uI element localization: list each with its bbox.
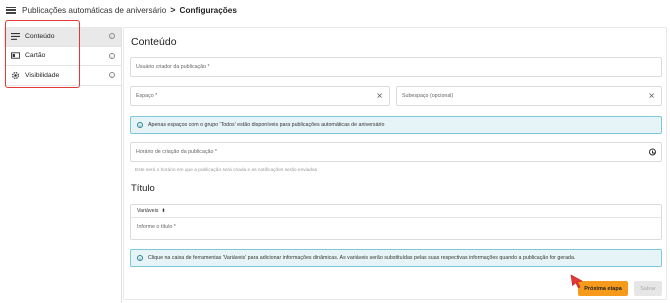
subspace-label: Subespaço (opcional) [402, 93, 454, 99]
sort-icon: ⬍ [161, 208, 166, 214]
next-step-button[interactable]: Próxima etapa [578, 281, 628, 296]
info-icon: i [137, 255, 143, 261]
gear-icon [11, 71, 20, 80]
creator-label: Usuário criador da publicação * [136, 64, 210, 70]
lines-icon [11, 32, 20, 41]
sidebar: Conteúdo i Cartão i Visibilidade i [4, 27, 122, 303]
top-bar: Publicações automáticas de aniversário >… [0, 0, 670, 20]
info-spaces-alert: i Apenas espaços com o grupo 'Todos' est… [130, 116, 662, 134]
section-title-conteudo: Conteúdo [131, 36, 177, 48]
menu-icon[interactable] [6, 6, 16, 14]
clear-icon[interactable]: ✕ [376, 92, 383, 101]
card-icon [11, 51, 20, 60]
creator-field[interactable]: Usuário criador da publicação * [130, 57, 662, 77]
info-variables-text: Clique na caixa de ferramentas 'Variávei… [148, 255, 576, 261]
sidebar-item-label: Conteúdo [25, 32, 55, 40]
time-hint: Este será o horário em que a publicação … [135, 168, 318, 173]
info-icon[interactable]: i [109, 52, 115, 59]
content-panel: Conteúdo Usuário criador da publicação *… [123, 27, 667, 300]
sidebar-item-cartao[interactable]: Cartão i [4, 47, 121, 66]
section-title-titulo: Título [131, 183, 155, 194]
time-label: Horário de criação da publicação * [136, 149, 217, 155]
info-icon[interactable]: i [109, 72, 115, 79]
breadcrumb-current: Configurações [179, 5, 237, 15]
variables-dropdown[interactable]: Variáveis ⬍ [131, 205, 661, 218]
info-spaces-text: Apenas espaços com o grupo 'Todos' estão… [148, 122, 385, 128]
save-button[interactable]: Salvar [634, 281, 662, 296]
info-variables-alert: i Clique na caixa de ferramentas 'Variáv… [130, 249, 662, 267]
sidebar-item-conteudo[interactable]: Conteúdo i [4, 27, 121, 47]
sidebar-item-visibilidade[interactable]: Visibilidade i [4, 66, 121, 86]
clear-icon[interactable]: ✕ [648, 92, 655, 101]
title-input[interactable]: Informe o título * [137, 224, 176, 230]
cursor-arrow-icon [570, 274, 583, 288]
info-icon: i [137, 122, 143, 128]
sidebar-item-label: Cartão [25, 52, 46, 60]
subspace-field[interactable]: Subespaço (opcional) ✕ [396, 86, 662, 106]
clock-icon[interactable] [649, 148, 656, 156]
space-field[interactable]: Espaço * ✕ [130, 86, 390, 106]
sidebar-item-label: Visibilidade [25, 71, 60, 79]
variables-label: Variáveis [137, 208, 159, 214]
info-icon[interactable]: i [109, 33, 115, 40]
breadcrumb-parent[interactable]: Publicações automáticas de aniversário [22, 6, 166, 15]
title-editor: Variáveis ⬍ Informe o título * [130, 204, 662, 240]
time-field[interactable]: Horário de criação da publicação * [130, 142, 662, 162]
breadcrumb-separator: > [170, 5, 176, 15]
space-label: Espaço * [136, 93, 158, 99]
